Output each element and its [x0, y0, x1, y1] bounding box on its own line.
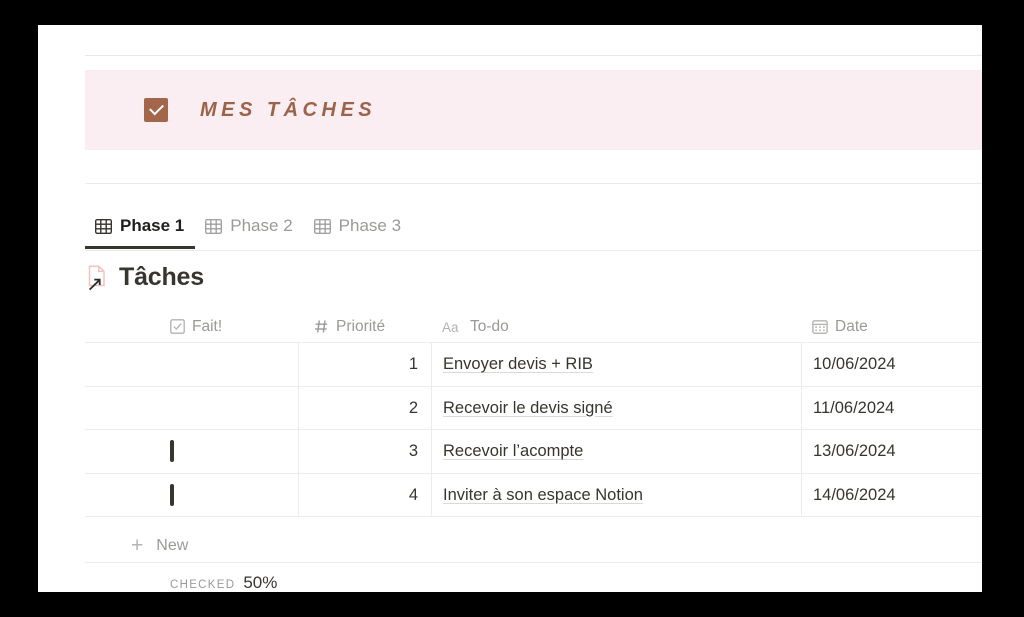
cell-todo[interactable]: Inviter à son espace Notion: [431, 473, 801, 517]
divider-top: [85, 55, 982, 56]
column-header-todo[interactable]: Aa To-do: [431, 311, 801, 343]
tab-phase-1[interactable]: Phase 1: [85, 203, 196, 249]
database-title[interactable]: Tâches: [85, 263, 204, 292]
tasks-table: Fait! Priorité Aa To-do Date 1 Envoyer d…: [85, 311, 982, 517]
column-header-date[interactable]: Date: [801, 311, 982, 343]
cell-priority[interactable]: 3: [298, 430, 431, 474]
column-header-label: Date: [835, 317, 868, 335]
cell-priority[interactable]: 2: [298, 386, 431, 430]
date-value: 13/06/2024: [813, 442, 896, 461]
row-checkbox[interactable]: [170, 440, 174, 463]
column-header-priority[interactable]: Priorité: [298, 311, 431, 343]
cell-done: [85, 387, 298, 431]
column-header-label: To-do: [470, 317, 509, 335]
plus-icon: +: [131, 534, 144, 557]
table-header-row: Fait! Priorité Aa To-do Date: [85, 311, 982, 343]
tab-phase-2[interactable]: Phase 2: [195, 203, 303, 249]
new-row-button[interactable]: + New: [85, 529, 982, 563]
cell-todo[interactable]: Recevoir l’acompte: [431, 430, 801, 474]
summary-row[interactable]: CHECKED 50%: [85, 573, 277, 592]
todo-value: Recevoir l’acompte: [443, 442, 584, 461]
date-value: 14/06/2024: [813, 485, 896, 504]
todo-value: Inviter à son espace Notion: [443, 485, 643, 504]
calendar-icon: [812, 319, 828, 334]
cell-done: [85, 474, 298, 518]
date-value: 11/06/2024: [813, 398, 895, 417]
document-panel: MES TÂCHES Phase 1 Phase 2 Phase 3 Tâche…: [38, 25, 982, 592]
todo-value: Recevoir le devis signé: [443, 398, 613, 417]
checkbox-checked-icon: [144, 98, 168, 122]
checkbox-wrapper: [170, 440, 174, 463]
row-checkbox[interactable]: [170, 483, 174, 506]
summary-value: 50%: [243, 573, 278, 592]
cell-todo[interactable]: Recevoir le devis signé: [431, 386, 801, 430]
column-header-done[interactable]: Fait!: [85, 311, 298, 343]
svg-text:Aa: Aa: [442, 320, 459, 334]
cell-priority[interactable]: 4: [298, 473, 431, 517]
column-header-label: Fait!: [192, 317, 223, 335]
table-row: 2 Recevoir le devis signé 11/06/2024: [85, 386, 982, 431]
date-value: 10/06/2024: [813, 355, 896, 374]
checkbox-property-icon: [170, 319, 185, 334]
divider-below-banner: [85, 183, 982, 184]
cell-date[interactable]: 11/06/2024: [801, 386, 982, 430]
cell-date[interactable]: 14/06/2024: [801, 473, 982, 517]
table-row: 4 Inviter à son espace Notion 14/06/2024: [85, 473, 982, 518]
new-row-label: New: [156, 536, 189, 554]
tab-label: Phase 2: [230, 216, 293, 235]
column-header-label: Priorité: [336, 317, 386, 335]
priority-value: 3: [408, 442, 418, 461]
priority-value: 1: [408, 355, 418, 374]
tab-label: Phase 3: [338, 216, 402, 235]
priority-value: 4: [408, 485, 418, 504]
cell-done: [85, 430, 298, 474]
tab-label: Phase 1: [120, 216, 185, 235]
checkbox-wrapper: [170, 483, 174, 506]
screen: MES TÂCHES Phase 1 Phase 2 Phase 3 Tâche…: [0, 0, 1024, 617]
text-aa-icon: Aa: [442, 320, 459, 334]
cell-todo[interactable]: Envoyer devis + RIB: [431, 343, 801, 387]
table-row: 1 Envoyer devis + RIB 10/06/2024: [85, 343, 982, 387]
priority-value: 2: [408, 398, 418, 417]
table-grid-icon: [95, 218, 112, 234]
cell-date[interactable]: 13/06/2024: [801, 430, 982, 474]
table-grid-icon: [205, 218, 223, 234]
todo-value: Envoyer devis + RIB: [443, 355, 593, 374]
cell-priority[interactable]: 1: [298, 343, 431, 387]
divider-below-tabs: [85, 250, 982, 251]
callout-title: MES TÂCHES: [200, 98, 377, 121]
database-title-text: Tâches: [119, 263, 204, 291]
tab-phase-3[interactable]: Phase 3: [304, 203, 412, 249]
tab-bar: Phase 1 Phase 2 Phase 3: [85, 203, 412, 249]
linked-page-arrow-icon: [88, 264, 105, 290]
number-hash-icon: [315, 320, 328, 333]
callout-banner: MES TÂCHES: [85, 70, 982, 150]
table-grid-icon: [313, 218, 331, 234]
table-row: 3 Recevoir l’acompte 13/06/2024: [85, 430, 982, 474]
summary-label: CHECKED: [170, 579, 236, 591]
cell-date[interactable]: 10/06/2024: [801, 343, 982, 387]
cell-done: [85, 343, 298, 387]
